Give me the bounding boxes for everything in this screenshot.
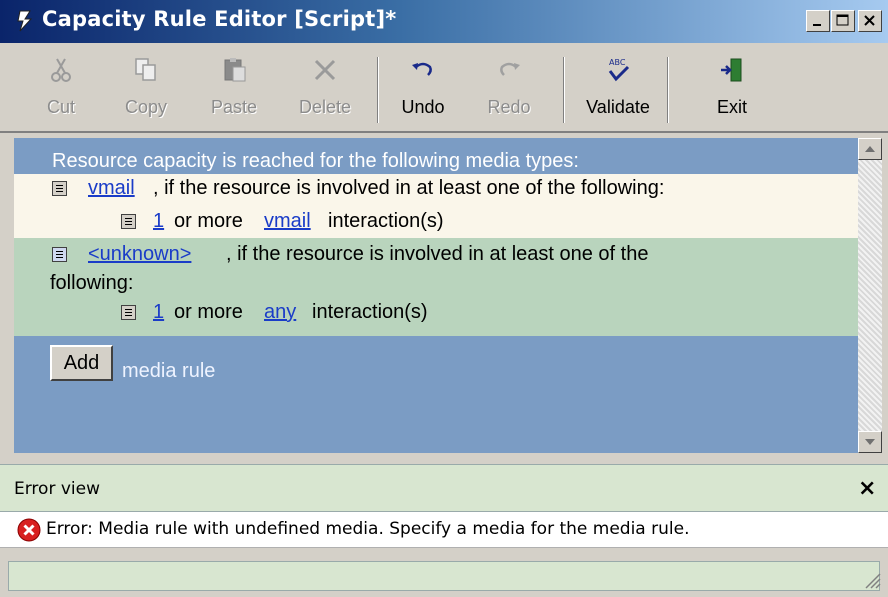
undo-button[interactable]: Undo [385, 49, 461, 127]
undo-icon [412, 62, 432, 76]
or-more-text: or more [174, 210, 243, 232]
redo-label: Redo [487, 97, 531, 117]
interaction-media-link[interactable]: any [264, 301, 296, 324]
media-type-link[interactable]: vmail [88, 177, 135, 200]
rule-condition-text: , if the resource is involved in at leas… [153, 177, 665, 199]
undo-label: Undo [401, 97, 445, 117]
window-title: Capacity Rule Editor [Script]* [42, 7, 397, 31]
exit-label: Exit [716, 97, 747, 117]
capacity-rule-editor-window: Capacity Rule Editor [Script]* Cut Copy [0, 0, 888, 597]
redo-button[interactable]: Redo [471, 49, 547, 127]
toolbar-separator [377, 57, 379, 123]
rule-editor-area[interactable]: Resource capacity is reached for the fol… [14, 138, 858, 453]
minimize-icon [813, 24, 821, 26]
media-rule-row: <unknown> , if the resource is involved … [14, 238, 858, 336]
error-list-item[interactable]: Error: Media rule with undefined media. … [0, 512, 888, 548]
copy-icon [135, 58, 156, 81]
error-message-text: Error: Media rule with undefined media. … [46, 519, 690, 539]
interaction-suffix-text: interaction(s) [312, 301, 428, 323]
toolbar-separator [667, 57, 669, 123]
collapse-toggle-icon[interactable] [52, 181, 67, 196]
validate-label: Validate [586, 97, 650, 117]
collapse-toggle-icon[interactable] [121, 214, 136, 229]
arrow-up-icon [865, 146, 875, 152]
add-media-rule-button[interactable]: Add [50, 345, 113, 381]
validate-button[interactable]: ABC Validate [573, 49, 663, 127]
exit-door-icon [721, 58, 742, 82]
paste-icon [224, 58, 246, 82]
collapse-toggle-icon[interactable] [121, 305, 136, 320]
minimize-button[interactable] [806, 10, 830, 32]
error-icon [17, 518, 41, 542]
app-lightning-icon [17, 10, 33, 32]
error-view-title: Error view [14, 479, 100, 499]
redo-icon [500, 62, 520, 76]
error-view-close-icon[interactable]: × [858, 476, 876, 501]
collapse-toggle-icon[interactable] [52, 247, 67, 262]
delete-x-icon [314, 59, 336, 81]
paste-label: Paste [210, 97, 258, 117]
rule-condition-continued-text: following: [50, 272, 134, 294]
toolbar: Cut Copy Paste Delete Undo Redo ABC Vali… [0, 43, 888, 133]
interaction-media-link[interactable]: vmail [264, 210, 311, 233]
maximize-icon [836, 14, 849, 26]
vertical-scrollbar[interactable] [858, 138, 882, 453]
cut-label: Cut [46, 97, 75, 117]
scroll-up-button[interactable] [858, 138, 882, 160]
error-view-header: Error view × [0, 464, 888, 512]
close-icon [864, 15, 875, 26]
paste-button[interactable]: Paste [196, 49, 272, 127]
interaction-count-link[interactable]: 1 [153, 210, 164, 233]
svg-text:ABC: ABC [609, 58, 626, 67]
add-media-rule-label: media rule [122, 360, 216, 382]
editor-header: Resource capacity is reached for the fol… [14, 148, 858, 174]
exit-button[interactable]: Exit [694, 49, 770, 127]
copy-label: Copy [124, 97, 168, 117]
or-more-text: or more [174, 301, 243, 323]
title-bar[interactable]: Capacity Rule Editor [Script]* [0, 0, 888, 43]
scissors-icon [51, 58, 71, 82]
maximize-button[interactable] [831, 10, 855, 32]
editor-header-text: Resource capacity is reached for the fol… [52, 150, 579, 172]
status-bar [8, 561, 880, 591]
toolbar-separator [563, 57, 565, 123]
delete-button[interactable]: Delete [287, 49, 363, 127]
scroll-down-button[interactable] [858, 431, 882, 453]
cut-button[interactable]: Cut [23, 49, 99, 127]
spellcheck-icon: ABC [608, 58, 630, 82]
interaction-count-link[interactable]: 1 [153, 301, 164, 324]
rule-condition-text: , if the resource is involved in at leas… [226, 243, 649, 265]
resize-grip-icon[interactable] [862, 570, 882, 590]
close-button[interactable] [858, 10, 882, 32]
interaction-suffix-text: interaction(s) [328, 210, 444, 232]
delete-label: Delete [298, 97, 352, 117]
copy-button[interactable]: Copy [108, 49, 184, 127]
media-type-link[interactable]: <unknown> [88, 243, 191, 266]
arrow-down-icon [865, 439, 875, 445]
media-rule-row: vmail , if the resource is involved in a… [14, 174, 858, 238]
